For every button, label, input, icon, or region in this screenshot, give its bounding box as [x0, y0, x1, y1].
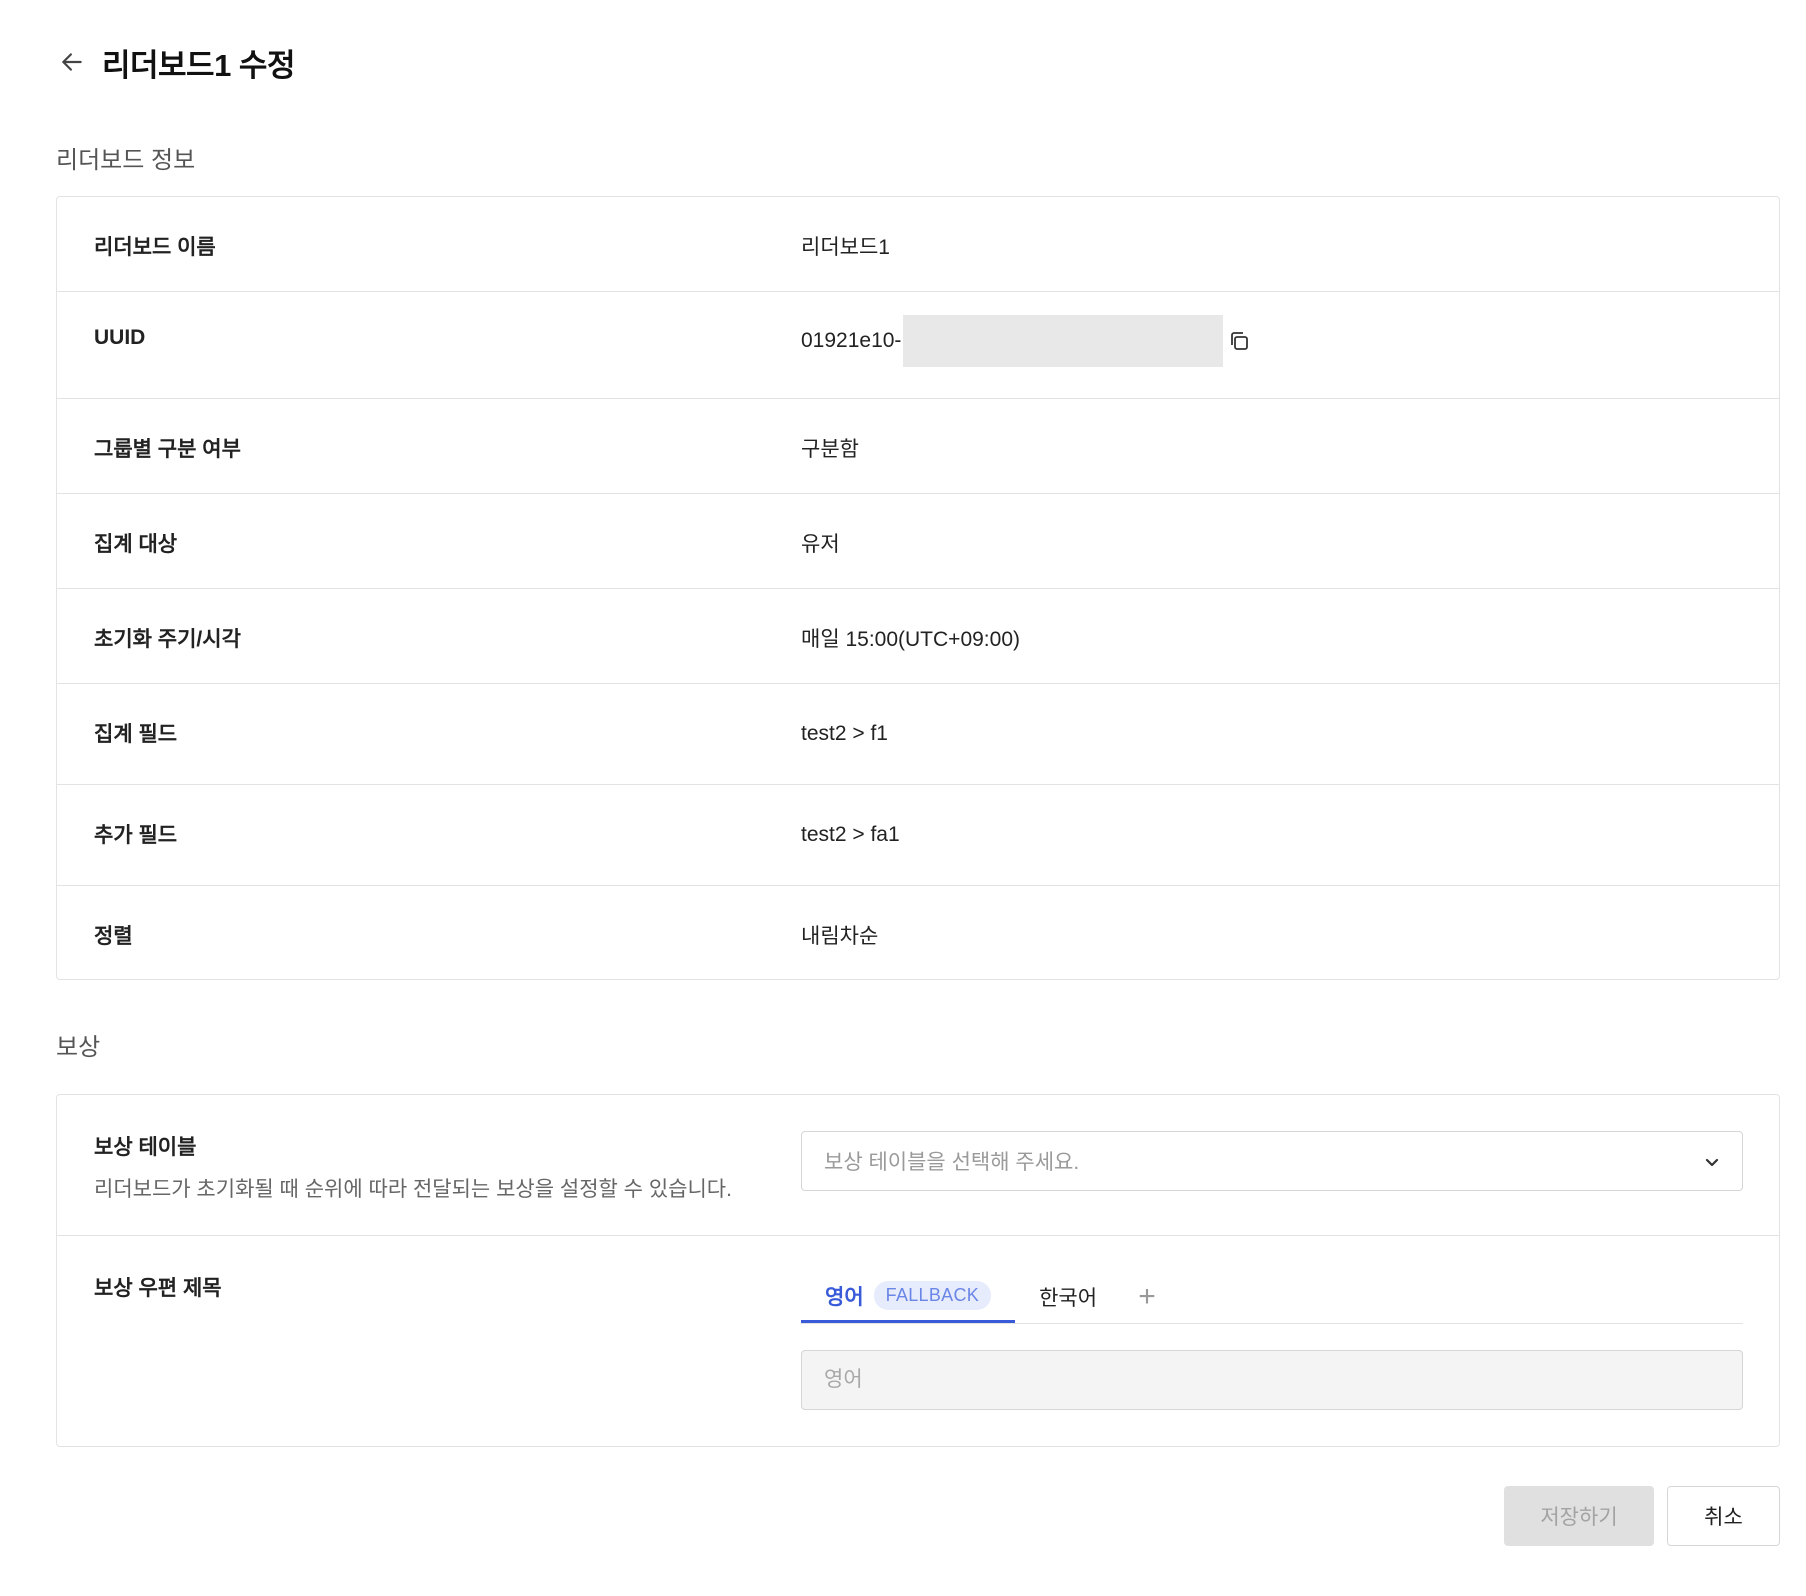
reward-mail-title-row: 보상 우편 제목 영어 FALLBACK 한국어 + [57, 1236, 1779, 1446]
chevron-down-icon [1705, 1158, 1719, 1167]
info-row-value: 내림차순 [801, 925, 879, 948]
info-row-sort: 정렬 내림차순 [57, 886, 1779, 979]
info-row-group: 그룹별 구분 여부 구분함 [57, 399, 1779, 494]
mail-title-input[interactable] [801, 1350, 1743, 1410]
cancel-button[interactable]: 취소 [1667, 1486, 1780, 1546]
info-row-target: 집계 대상 유저 [57, 494, 1779, 589]
info-row-uuid: UUID 01921e10- [57, 292, 1779, 399]
back-button[interactable] [56, 46, 88, 78]
info-row-agg-field: 집계 필드 test2 > f1 [57, 684, 1779, 785]
page-header: 리더보드1 수정 [56, 40, 295, 84]
uuid-prefix: 01921e10- [801, 329, 902, 352]
save-button[interactable]: 저장하기 [1504, 1486, 1654, 1546]
copy-icon[interactable] [1225, 327, 1253, 355]
reward-card: 보상 테이블 리더보드가 초기화될 때 순위에 따라 전달되는 보상을 설정할 … [56, 1094, 1780, 1447]
tab-english[interactable]: 영어 FALLBACK [801, 1271, 1016, 1323]
info-section-title: 리더보드 정보 [56, 147, 196, 174]
info-row-label: 집계 대상 [94, 533, 178, 556]
reward-section-title: 보상 [56, 1034, 101, 1061]
reward-table-description: 리더보드가 초기화될 때 순위에 따라 전달되는 보상을 설정할 수 있습니다. [94, 1178, 732, 1201]
tab-korean[interactable]: 한국어 [1015, 1271, 1121, 1323]
reward-table-row: 보상 테이블 리더보드가 초기화될 때 순위에 따라 전달되는 보상을 설정할 … [57, 1095, 1779, 1236]
info-row-label: 정렬 [94, 925, 133, 948]
info-row-value: 매일 15:00(UTC+09:00) [801, 628, 1020, 651]
info-row-label: 리더보드 이름 [94, 236, 216, 259]
info-row-value: 리더보드1 [801, 236, 890, 259]
info-row-label: 초기화 주기/시각 [94, 628, 241, 651]
fallback-badge: FALLBACK [873, 1281, 992, 1310]
reward-table-select[interactable]: 보상 테이블을 선택해 주세요. [801, 1131, 1743, 1191]
info-row-value: test2 > f1 [801, 722, 888, 745]
info-row-value: 구분함 [801, 438, 859, 461]
reward-mail-title-label: 보상 우편 제목 [94, 1277, 222, 1300]
info-row-extra-field: 추가 필드 test2 > fa1 [57, 785, 1779, 886]
tab-english-label: 영어 [825, 1285, 864, 1309]
add-language-button[interactable]: + [1121, 1271, 1173, 1323]
plus-icon: + [1138, 1280, 1156, 1313]
info-row-label: UUID [94, 326, 146, 349]
uuid-redacted-block [903, 315, 1224, 367]
info-row-value: test2 > fa1 [801, 823, 900, 846]
info-row-label: 추가 필드 [94, 824, 178, 847]
reward-table-label: 보상 테이블 [94, 1136, 197, 1159]
info-row-label: 집계 필드 [94, 723, 178, 746]
info-row-label: 그룹별 구분 여부 [94, 438, 241, 461]
info-row-reset: 초기화 주기/시각 매일 15:00(UTC+09:00) [57, 589, 1779, 684]
info-row-name: 리더보드 이름 리더보드1 [57, 197, 1779, 292]
uuid-value: 01921e10- [801, 315, 1253, 367]
page-title: 리더보드1 수정 [102, 47, 295, 83]
reward-table-placeholder: 보상 테이블을 선택해 주세요. [824, 1151, 1080, 1174]
info-row-value: 유저 [801, 533, 840, 556]
tab-korean-label: 한국어 [1039, 1287, 1098, 1310]
info-card: 리더보드 이름 리더보드1 UUID 01921e10- 그룹별 구분 여부 구… [56, 196, 1780, 980]
arrow-left-icon [62, 53, 82, 71]
language-tabs: 영어 FALLBACK 한국어 + [801, 1272, 1743, 1324]
